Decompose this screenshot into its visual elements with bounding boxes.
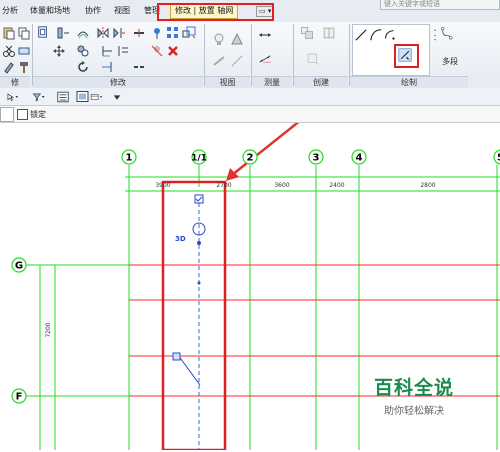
pin-icon[interactable] (150, 26, 164, 40)
lock-checkbox[interactable] (17, 109, 28, 120)
align-icon[interactable] (56, 26, 70, 40)
override-graphics-icon[interactable] (230, 32, 244, 46)
panel-label-create: 创建 (294, 76, 348, 88)
copy-icon[interactable] (17, 26, 31, 40)
menu-collaborate[interactable]: 协作 (85, 4, 101, 18)
panel-label-clipboard: 修 (0, 76, 30, 88)
modify-select-icon[interactable] (6, 90, 28, 103)
dimension-value: 2700 (216, 182, 231, 189)
filter-icon[interactable] (32, 90, 52, 103)
lock-label: 锁定 (30, 110, 46, 119)
watermark: 百科全说 助你轻松解决 (360, 373, 468, 417)
copy-element-icon[interactable] (76, 44, 90, 58)
measure-icon[interactable] (258, 28, 280, 42)
move-icon[interactable] (52, 44, 66, 58)
trim-multiple-icon[interactable] (116, 44, 130, 58)
hide-element-icon[interactable] (212, 54, 226, 68)
aligned-dimension-icon[interactable] (258, 52, 280, 66)
search-placeholder: 键入关键字或短语 (384, 0, 440, 8)
row-grid-bubbles (11, 257, 27, 404)
menu-analyze[interactable]: 分析 (2, 4, 18, 18)
menu-view[interactable]: 视图 (114, 4, 130, 18)
annotation-highlight-tab (157, 3, 274, 21)
multi-segment-icon[interactable] (440, 26, 466, 52)
trim-icon[interactable] (100, 44, 114, 58)
lightbulb-icon[interactable] (212, 32, 226, 46)
grid-midpoint-handle[interactable] (197, 281, 201, 285)
column-grid-bubbles (121, 149, 500, 165)
options-field[interactable] (0, 107, 14, 122)
geometry-icon[interactable] (36, 25, 52, 41)
options-bar: 锁定 (0, 106, 500, 123)
dimension-value: 3600 (274, 182, 289, 189)
dimension-value: 2800 (420, 182, 435, 189)
split-icon[interactable] (132, 26, 146, 40)
search-input[interactable]: 键入关键字或短语 (380, 0, 500, 10)
type-properties-icon[interactable] (76, 90, 90, 103)
hammer-icon[interactable] (17, 60, 31, 74)
mirror-draw-icon[interactable] (112, 26, 126, 40)
dimension-value: 2400 (329, 182, 344, 189)
dimension-value-vertical: 7200 (45, 322, 52, 337)
create-assembly-icon[interactable] (300, 26, 320, 46)
3d-badge: 3D (175, 235, 186, 243)
panel-label-draw: 绘制 (350, 76, 468, 88)
grid-label-3: 3 (313, 153, 320, 164)
gallery-scroll-arrows[interactable] (428, 28, 437, 68)
cursor-line (177, 354, 201, 386)
scale-icon[interactable] (182, 26, 196, 40)
ribbon: 修 修改 视图 测量 创建 多段 绘制 (0, 22, 500, 89)
row-grid-lines-left (26, 264, 129, 397)
paste-icon[interactable] (2, 26, 16, 40)
grid-label-1: 1 (126, 153, 133, 164)
cursor-icon (172, 352, 181, 361)
properties-icon[interactable] (56, 90, 72, 103)
grid-label-4: 4 (356, 153, 363, 164)
extend-icon[interactable] (100, 60, 114, 74)
watermark-subtitle: 助你轻松解决 (384, 406, 444, 417)
watermark-title: 百科全说 (373, 377, 454, 399)
grid-label-2: 2 (247, 153, 254, 164)
grid-label-1-1: 1/1 (191, 154, 207, 164)
array-icon[interactable] (166, 26, 180, 40)
multi-segment-label[interactable]: 多段 (442, 56, 458, 67)
linework-icon[interactable] (230, 54, 244, 68)
selection-toolbar (0, 88, 500, 106)
join-icon[interactable] (17, 44, 31, 58)
annotation-highlight-pick-lines (394, 44, 419, 68)
panel-label-view: 视图 (205, 76, 250, 88)
create-similar-icon[interactable] (306, 52, 326, 72)
grid-drag-handle[interactable] (197, 241, 201, 245)
arc-center-icon[interactable] (383, 28, 399, 44)
dimension-value: 3900 (155, 182, 170, 189)
offset-icon[interactable] (76, 26, 90, 40)
cut-icon[interactable] (2, 44, 16, 58)
split-gap-icon[interactable] (132, 60, 146, 74)
overflow-icon[interactable] (110, 90, 121, 103)
menu-bar: 分析 体量和场地 协作 视图 管理 修改 | 放置 轴网 ▭ ▾ 键入关键字或短… (0, 0, 500, 23)
line-tool-icon[interactable] (354, 28, 370, 44)
grid-label-g: G (15, 261, 23, 272)
rotate-icon[interactable] (76, 60, 90, 74)
menu-massing-site[interactable]: 体量和场地 (30, 4, 70, 18)
annotation-highlight-column (161, 180, 227, 452)
unpin-icon[interactable] (150, 44, 164, 58)
create-parts-icon[interactable] (322, 26, 342, 46)
panel-label-measure: 测量 (252, 76, 292, 88)
drawing-canvas[interactable]: 1 1/1 2 3 4 5 G F 3900 2700 3600 2400 28… (0, 44, 500, 452)
delete-icon[interactable] (166, 44, 180, 58)
match-properties-icon[interactable] (2, 60, 16, 74)
grid-label-f: F (16, 392, 23, 403)
panel-label-modify: 修改 (33, 76, 203, 88)
mirror-axis-icon[interactable] (96, 26, 110, 40)
